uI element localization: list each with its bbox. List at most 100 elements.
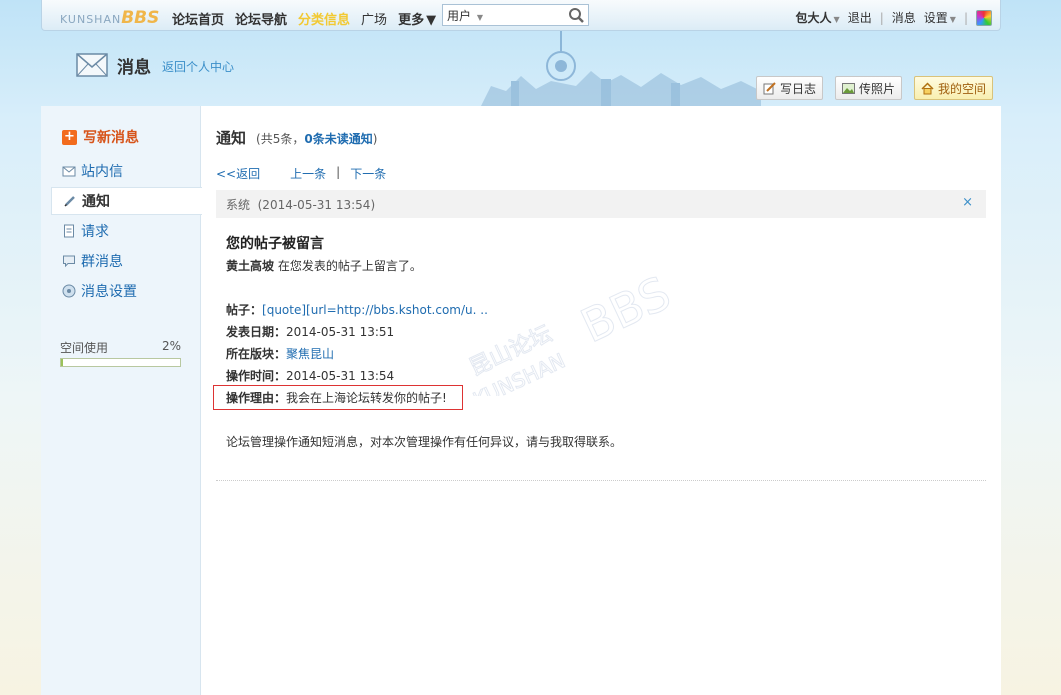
previous-link[interactable]: 上一条 xyxy=(290,165,326,182)
optime-value: 2014-05-31 13:54 xyxy=(286,369,395,383)
nav-more-label: 更多 xyxy=(398,13,425,28)
logout-link[interactable]: 退出 xyxy=(848,9,872,26)
space-usage-percent: 2% xyxy=(161,339,181,353)
notice-action-text: 在您发表的帖子上留言了。 xyxy=(274,259,422,273)
nav-plaza[interactable]: 广场 xyxy=(361,9,387,28)
count-prefix: (共5条， xyxy=(256,132,305,146)
sidebar-item-inbox[interactable]: 站内信 xyxy=(51,157,202,185)
reason-value: 我会在上海论坛转发你的帖子! xyxy=(286,391,447,405)
back-link[interactable]: <<返回 xyxy=(216,165,260,182)
space-usage-label: 空间使用 xyxy=(60,341,109,355)
chevron-down-icon: ▼ xyxy=(426,13,437,28)
chat-bubble-icon xyxy=(63,255,75,268)
header-decoration xyxy=(481,31,761,106)
next-link[interactable]: 下一条 xyxy=(350,165,386,182)
unread-notices-link[interactable]: 0条未读通知 xyxy=(304,132,372,146)
notice-date-row: 发表日期：2014-05-31 13:51 xyxy=(226,323,394,340)
upload-photo-label: 传照片 xyxy=(859,81,896,96)
messages-link[interactable]: 消息 xyxy=(892,9,916,26)
sidebar-item-notices[interactable]: 通知 xyxy=(51,187,202,215)
home-icon xyxy=(921,81,934,94)
write-blog-button[interactable]: 写日志 xyxy=(756,76,824,100)
board-label: 所在版块： xyxy=(226,347,287,361)
sidebar-item-label: 消息设置 xyxy=(81,284,137,300)
sidebar: + 写新消息 站内信 通知 请求 群消息 消息设置 空间使用 2% xyxy=(41,106,202,695)
chevron-down-icon: ▼ xyxy=(833,15,840,24)
close-icon[interactable]: × xyxy=(962,195,973,210)
watermark: 昆山论坛 KUNSHAN BBS xyxy=(465,276,679,396)
notice-header: 系统 (2014-05-31 13:54) × xyxy=(216,190,986,218)
notice-pager: <<返回 上一条 | 下一条 xyxy=(216,165,386,182)
search-input[interactable] xyxy=(491,6,563,24)
sidebar-item-label: 群消息 xyxy=(81,254,123,270)
search-icon[interactable] xyxy=(568,7,585,24)
notice-board-row: 所在版块：聚焦昆山 xyxy=(226,345,334,362)
notice-title: 您的帖子被留言 xyxy=(226,236,324,252)
search-box: 用户 ▼ xyxy=(442,4,589,26)
nav-forum-home[interactable]: 论坛首页 xyxy=(172,9,224,28)
divider: | xyxy=(963,10,968,25)
post-label: 帖子： xyxy=(226,303,263,317)
settings-label: 设置 xyxy=(923,11,948,25)
logo-text-big: BBS xyxy=(121,8,160,28)
pencil-icon xyxy=(763,81,776,94)
user-name: 包大人 xyxy=(795,11,832,25)
search-type-select[interactable]: 用户 ▼ xyxy=(443,7,491,24)
watermark-bbs-text: BBS xyxy=(573,276,679,353)
compose-message-button[interactable]: + 写新消息 xyxy=(62,127,139,147)
page-header: 消息 返回个人中心 写日志 传照片 我的空间 xyxy=(41,31,1001,106)
reason-label: 操作理由： xyxy=(226,391,287,405)
plus-icon: + xyxy=(62,129,77,145)
compose-label: 写新消息 xyxy=(83,130,139,146)
count-suffix: ) xyxy=(372,132,378,146)
palette-icon[interactable] xyxy=(976,9,992,26)
envelope-icon xyxy=(76,53,108,77)
notice-post-row: 帖子：[quote][url=http://bbs.kshot.com/u. .… xyxy=(226,301,488,318)
sidebar-item-label: 通知 xyxy=(82,194,110,210)
space-usage-bar xyxy=(60,358,181,367)
settings-menu[interactable]: 设置 ▼ xyxy=(924,9,956,26)
photo-icon xyxy=(842,82,855,94)
site-logo[interactable]: KUNSHANBBS xyxy=(60,8,159,28)
notice-source-time: 系统 (2014-05-31 13:54) xyxy=(226,197,376,212)
sidebar-item-requests[interactable]: 请求 xyxy=(51,217,202,245)
nav-more[interactable]: 更多 ▼ xyxy=(398,9,436,28)
main-nav: 论坛首页 论坛导航 分类信息 广场 更多 ▼ xyxy=(172,9,436,28)
sidebar-item-message-settings[interactable]: 消息设置 xyxy=(51,277,202,305)
sidebar-item-label: 请求 xyxy=(81,224,109,240)
user-area: 包大人 ▼ 退出 | 消息 设置 ▼ | xyxy=(796,9,992,26)
nav-forum-guide[interactable]: 论坛导航 xyxy=(235,9,287,28)
space-usage-fill xyxy=(61,359,64,366)
settings-icon xyxy=(62,284,76,298)
notice-reason-row: 操作理由：我会在上海论坛转发你的帖子! xyxy=(226,389,447,406)
notice-section-title: 通知 (共5条，0条未读通知) xyxy=(216,127,377,148)
chevron-down-icon: ▼ xyxy=(476,12,483,22)
section-title: 通知 xyxy=(216,129,247,147)
mail-icon xyxy=(62,166,76,177)
sidebar-item-label: 站内信 xyxy=(81,164,123,180)
upload-photo-button[interactable]: 传照片 xyxy=(835,76,903,100)
my-space-button[interactable]: 我的空间 xyxy=(914,76,994,100)
notice-optime-row: 操作时间：2014-05-31 13:54 xyxy=(226,367,394,384)
write-blog-label: 写日志 xyxy=(780,81,817,96)
pencil-icon xyxy=(64,196,75,207)
main-panel: + 写新消息 站内信 通知 请求 群消息 消息设置 空间使用 2% 通知 (共5… xyxy=(41,106,1001,695)
nav-classified[interactable]: 分类信息 xyxy=(298,9,350,28)
board-link[interactable]: 聚焦昆山 xyxy=(286,347,334,361)
content-divider xyxy=(216,480,986,481)
post-link[interactable]: [quote][url=http://bbs.kshot.com/u. .. xyxy=(262,303,488,317)
document-icon xyxy=(64,224,74,238)
space-usage: 空间使用 2% xyxy=(60,339,181,356)
date-value: 2014-05-31 13:51 xyxy=(286,325,395,339)
logo-text-small: KUNSHAN xyxy=(60,13,122,26)
divider: | xyxy=(879,10,884,25)
notice-footer-text: 论坛管理操作通知短消息，对本次管理操作有任何异议，请与我取得联系。 xyxy=(226,435,623,449)
user-name-link[interactable]: 黄土高坡 xyxy=(226,259,274,273)
notice-count: (共5条，0条未读通知) xyxy=(256,130,377,147)
sidebar-item-group-messages[interactable]: 群消息 xyxy=(51,247,202,275)
user-menu[interactable]: 包大人 ▼ xyxy=(796,9,840,26)
back-to-profile-link[interactable]: 返回个人中心 xyxy=(162,58,234,75)
optime-label: 操作时间： xyxy=(226,369,287,383)
chevron-down-icon: ▼ xyxy=(949,15,956,24)
search-type-label: 用户 xyxy=(447,8,472,23)
